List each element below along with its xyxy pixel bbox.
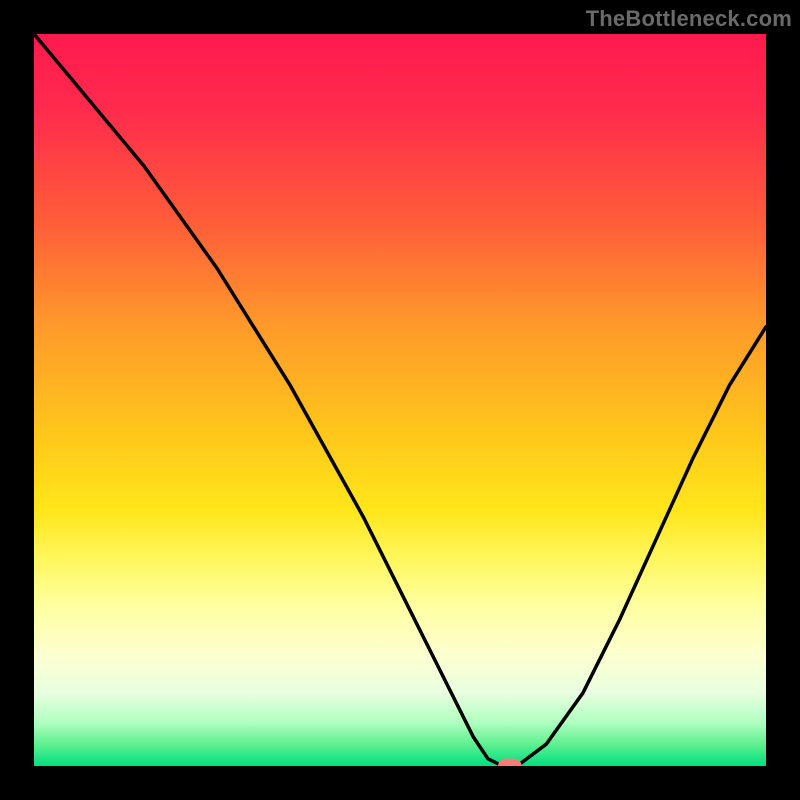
bottleneck-curve	[34, 34, 766, 766]
minimum-marker	[498, 759, 521, 766]
plot-area	[34, 34, 766, 766]
watermark-text: TheBottleneck.com	[586, 6, 792, 32]
chart-frame: TheBottleneck.com	[0, 0, 800, 800]
chart-svg	[34, 34, 766, 766]
